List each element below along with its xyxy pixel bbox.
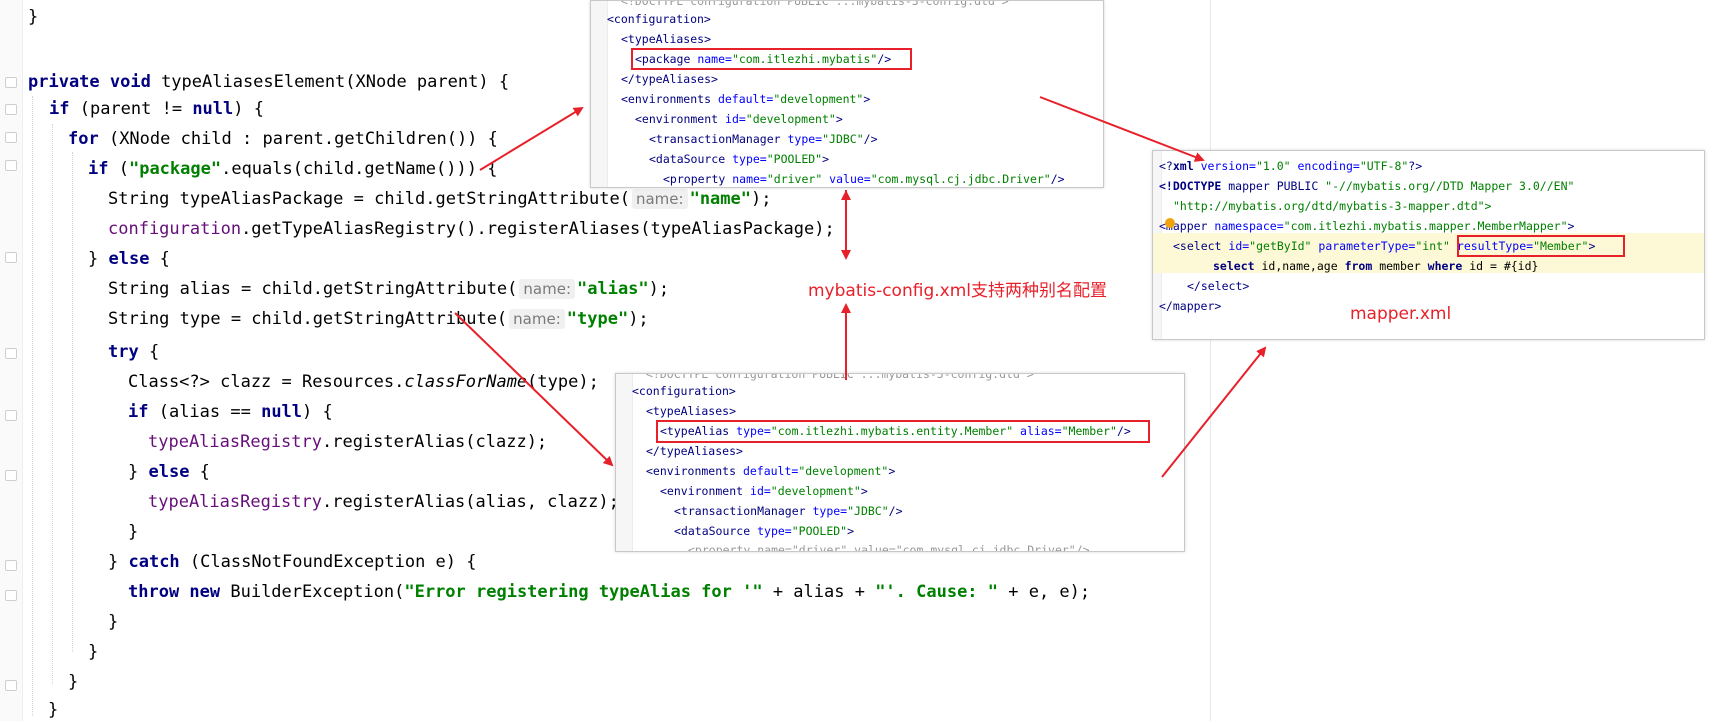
annotation-arrows <box>454 96 1267 478</box>
arrow-code-to-package <box>479 106 584 171</box>
arrow-package-to-mapper <box>1039 96 1205 162</box>
arrow-typealias-to-mapper <box>1161 346 1267 478</box>
arrow-code-to-typealias <box>454 312 614 467</box>
